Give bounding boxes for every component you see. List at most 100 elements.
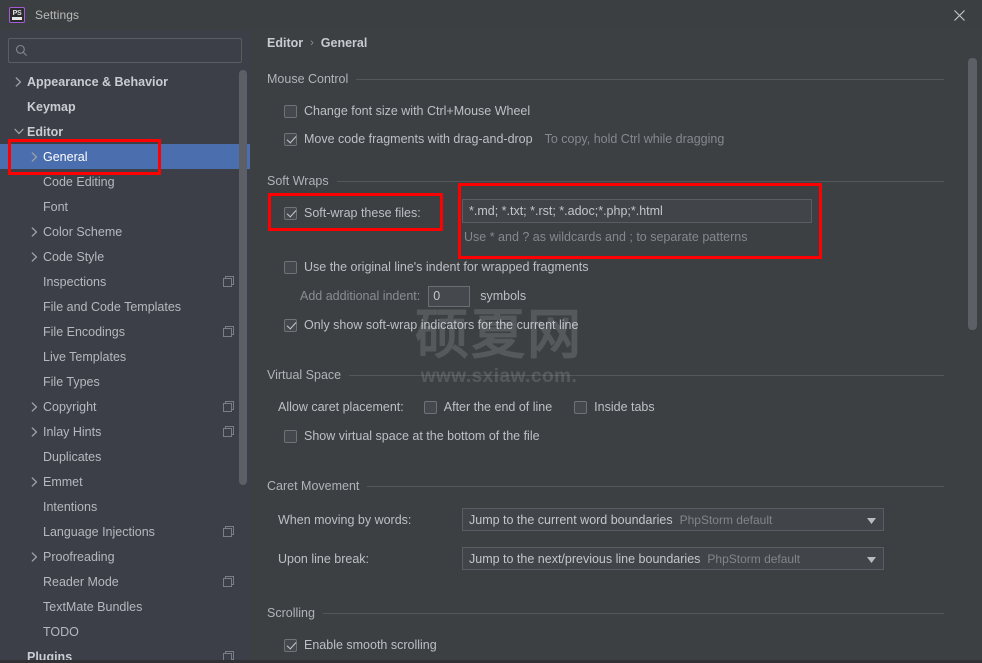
row-only-show-indicators[interactable]: Only show soft-wrap indicators for the c…: [284, 314, 964, 336]
copy-settings-icon: [223, 401, 234, 412]
sidebar-item-label: TODO: [43, 624, 79, 639]
search-box[interactable]: [8, 38, 242, 63]
sidebar-item-editor[interactable]: Editor: [0, 119, 250, 144]
label-only-show-indicators[interactable]: Only show soft-wrap indicators for the c…: [304, 318, 578, 332]
sidebar-item-file-and-code-templates[interactable]: File and Code Templates: [0, 294, 250, 319]
chevron-down-icon[interactable]: [867, 511, 876, 529]
sidebar-item-keymap[interactable]: Keymap: [0, 94, 250, 119]
sidebar-item-label: Color Scheme: [43, 224, 123, 239]
close-button[interactable]: [936, 0, 982, 30]
label-move-code-fragments[interactable]: Move code fragments with drag-and-drop: [304, 132, 533, 146]
sidebar-item-inlay-hints[interactable]: Inlay Hints: [0, 419, 250, 444]
section-rule: [367, 485, 944, 487]
sidebar-item-label: Editor: [27, 124, 64, 139]
combo-value-upon-line-break: Jump to the next/previous line boundarie…: [469, 551, 701, 566]
sidebar-item-code-editing[interactable]: Code Editing: [0, 169, 250, 194]
sidebar-item-label: File Types: [43, 374, 100, 389]
settings-tree[interactable]: Appearance & Behavior Keymap Editor General…: [0, 69, 250, 663]
checkbox-soft-wrap-files[interactable]: [284, 206, 297, 220]
additional-indent-input[interactable]: [428, 285, 471, 307]
label-original-indent[interactable]: Use the original line's indent for wrapp…: [304, 260, 589, 274]
sidebar-item-font[interactable]: Font: [0, 194, 250, 219]
chevron-down-icon[interactable]: [12, 125, 25, 138]
checkbox-inside-tabs[interactable]: [574, 400, 588, 414]
sidebar-item-appearance-behavior[interactable]: Appearance & Behavior: [0, 69, 250, 94]
copy-settings-icon: [223, 276, 234, 287]
section-rule: [349, 374, 944, 376]
label-enable-smooth-scrolling[interactable]: Enable smooth scrolling: [304, 638, 437, 652]
sidebar-item-textmate-bundles[interactable]: TextMate Bundles: [0, 594, 250, 619]
search-input[interactable]: [33, 43, 235, 58]
sidebar-item-file-types[interactable]: File Types: [0, 369, 250, 394]
title-bar: PS Settings: [0, 0, 982, 30]
sidebar-item-proofreading[interactable]: Proofreading: [0, 544, 250, 569]
row-original-indent[interactable]: Use the original line's indent for wrapp…: [284, 256, 964, 278]
checkbox-show-virtual-space[interactable]: [284, 429, 297, 443]
sidebar-item-copyright[interactable]: Copyright: [0, 394, 250, 419]
sidebar-item-code-style[interactable]: Code Style: [0, 244, 250, 269]
breadcrumb-separator: ›: [310, 37, 314, 49]
label-when-moving-by-words-wrap: When moving by words:: [278, 509, 411, 531]
sidebar-item-color-scheme[interactable]: Color Scheme: [0, 219, 250, 244]
label-soft-wrap-files[interactable]: Soft-wrap these files:: [304, 206, 421, 220]
section-rule: [322, 612, 944, 614]
chevron-right-icon[interactable]: [28, 425, 41, 438]
checkbox-only-show-indicators[interactable]: [284, 318, 297, 332]
section-title-scrolling: Scrolling: [267, 606, 315, 620]
label-upon-line-break-wrap: Upon line break:: [278, 548, 369, 570]
checkbox-after-end-of-line[interactable]: [423, 400, 437, 414]
soft-wrap-patterns-input[interactable]: [462, 199, 812, 223]
checkbox-original-indent[interactable]: [284, 260, 297, 274]
sidebar-item-general[interactable]: General: [0, 144, 250, 169]
chevron-right-icon[interactable]: [28, 225, 41, 238]
combo-upon-line-break[interactable]: Jump to the next/previous line boundarie…: [462, 547, 884, 570]
sidebar-item-todo[interactable]: TODO: [0, 619, 250, 644]
label-change-font-size[interactable]: Change font size with Ctrl+Mouse Wheel: [304, 104, 530, 118]
sidebar-item-intentions[interactable]: Intentions: [0, 494, 250, 519]
close-icon: [953, 9, 965, 21]
sidebar-item-label: Live Templates: [43, 349, 127, 364]
row-change-font-size[interactable]: Change font size with Ctrl+Mouse Wheel: [284, 100, 964, 122]
combo-when-moving-by-words[interactable]: Jump to the current word boundaries PhpS…: [462, 508, 884, 531]
row-soft-wrap-files[interactable]: Soft-wrap these files:: [284, 202, 421, 224]
chevron-right-icon[interactable]: [28, 550, 41, 563]
sidebar-item-duplicates[interactable]: Duplicates: [0, 444, 250, 469]
sidebar-item-emmet[interactable]: Emmet: [0, 469, 250, 494]
row-move-code-fragments[interactable]: Move code fragments with drag-and-drop T…: [284, 128, 964, 150]
sidebar-item-language-injections[interactable]: Language Injections: [0, 519, 250, 544]
label-after-end-of-line[interactable]: After the end of line: [444, 400, 552, 414]
chevron-right-icon[interactable]: [28, 250, 41, 263]
copy-settings-icon: [223, 426, 234, 437]
sidebar-item-inspections[interactable]: Inspections: [0, 269, 250, 294]
label-when-moving-by-words: When moving by words:: [278, 513, 412, 527]
sidebar-item-file-encodings[interactable]: File Encodings: [0, 319, 250, 344]
row-show-virtual-space[interactable]: Show virtual space at the bottom of the …: [284, 425, 964, 447]
sidebar-item-live-templates[interactable]: Live Templates: [0, 344, 250, 369]
breadcrumb-parent[interactable]: Editor: [267, 36, 303, 50]
checkbox-change-font-size[interactable]: [284, 104, 297, 118]
checkbox-move-code-fragments[interactable]: [284, 132, 297, 146]
chevron-right-icon[interactable]: [28, 400, 41, 413]
chevron-right-icon[interactable]: [28, 150, 41, 163]
label-inside-tabs[interactable]: Inside tabs: [594, 400, 654, 414]
checkbox-enable-smooth-scrolling[interactable]: [284, 638, 297, 652]
chevron-right-icon[interactable]: [12, 75, 25, 88]
section-header-scrolling: Scrolling: [267, 604, 944, 622]
chevron-right-icon[interactable]: [28, 475, 41, 488]
sidebar-item-label: Inlay Hints: [43, 424, 102, 439]
label-show-virtual-space[interactable]: Show virtual space at the bottom of the …: [304, 429, 540, 443]
main-scrollbar-thumb[interactable]: [968, 58, 977, 330]
copy-settings-icon: [223, 326, 234, 337]
chevron-down-icon[interactable]: [867, 550, 876, 568]
row-enable-smooth-scrolling[interactable]: Enable smooth scrolling: [284, 634, 964, 656]
sidebar-scrollbar-thumb[interactable]: [239, 70, 247, 485]
settings-dialog: PS Settings Appearance & Behavior Keymap E…: [0, 0, 982, 663]
copy-settings-icon: [223, 526, 234, 537]
window-title: Settings: [35, 8, 80, 22]
sidebar-item-label: Code Editing: [43, 174, 115, 189]
sidebar-item-reader-mode[interactable]: Reader Mode: [0, 569, 250, 594]
